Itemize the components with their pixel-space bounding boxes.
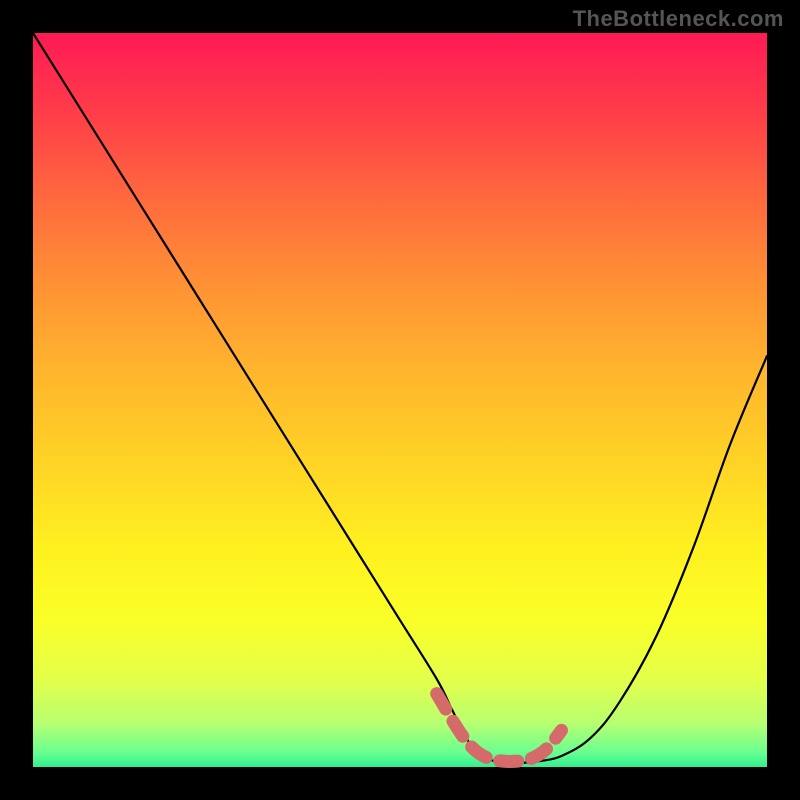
chart-frame: TheBottleneck.com: [0, 0, 800, 800]
bottleneck-curve: [33, 33, 767, 763]
optimal-zone-marker: [437, 694, 562, 762]
chart-svg: [0, 0, 800, 800]
curve-group: [33, 33, 767, 763]
